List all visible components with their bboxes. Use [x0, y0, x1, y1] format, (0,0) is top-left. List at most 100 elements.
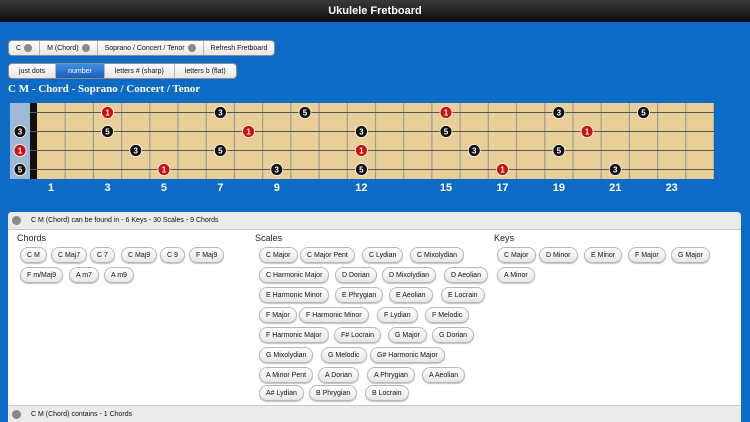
scale-chip[interactable]: F# Locrain [334, 327, 382, 343]
scale-chip[interactable]: E Harmonic Minor [259, 287, 330, 303]
tuning-selector[interactable]: Soprano / Concert / Tenor [98, 41, 204, 55]
scale-chip[interactable]: E Phrygian [335, 287, 384, 303]
chord-chip[interactable]: F Maj9 [189, 247, 225, 263]
type-selector-label: M (Chord) [47, 44, 79, 52]
scale-chip[interactable]: A# Lydian [259, 385, 304, 401]
key-chip[interactable]: A Minor [497, 267, 535, 283]
nut [30, 103, 37, 179]
note-dot-label: 5 [444, 128, 449, 137]
key-chip[interactable]: D Minor [539, 247, 578, 263]
scale-chip[interactable]: F Major [259, 307, 297, 323]
note-dot-label: 5 [303, 109, 308, 118]
scale-chip[interactable]: G Major [388, 327, 427, 343]
mode-letters-flat[interactable]: letters b (flat) [175, 64, 236, 78]
root-note-dot-label: 1 [500, 166, 505, 175]
scale-chip[interactable]: A Dorian [318, 367, 359, 383]
scale-chip[interactable]: C Lydian [362, 247, 404, 263]
fret-number: 9 [273, 182, 280, 194]
results-panel: C M (Chord) can be found in - 6 Keys - 3… [8, 212, 741, 422]
scale-chip[interactable]: A Minor Pent [259, 367, 314, 383]
mode-number[interactable]: number [56, 64, 105, 78]
tuning-selector-label: Soprano / Concert / Tenor [104, 44, 185, 52]
scale-chip[interactable]: A Aeolian [422, 367, 466, 383]
type-selector[interactable]: M (Chord) [40, 41, 98, 55]
scale-chip[interactable]: F Harmonic Major [259, 327, 329, 343]
root-note-dot-label: 1 [162, 166, 167, 175]
scale-chip[interactable]: D Aeolian [444, 267, 488, 283]
mode-just-dots[interactable]: just dots [9, 64, 57, 78]
contains-toggle-icon [12, 410, 21, 419]
key-selector-label: C [16, 44, 22, 52]
scale-chip[interactable]: B Phrygian [309, 385, 358, 401]
scale-chip[interactable]: C Major [259, 247, 298, 263]
fret-number: 21 [609, 182, 622, 194]
scale-chip[interactable]: E Locrain [441, 287, 485, 303]
mode-letters-sharp-label: letters # (sharp) [114, 67, 164, 75]
note-dot-label: 3 [275, 166, 280, 175]
chord-chip[interactable]: A m7 [69, 267, 99, 283]
scale-chip[interactable]: C Harmonic Major [259, 267, 330, 283]
chord-chip[interactable]: C Maj7 [51, 247, 88, 263]
contains-header-text: C M (Chord) contains - 1 Chords [31, 411, 133, 418]
selector-bar: C M (Chord) Soprano / Concert / Tenor Re… [8, 40, 276, 56]
chord-chip[interactable]: C M [20, 247, 47, 263]
scale-chip[interactable]: F Harmonic Minor [299, 307, 369, 323]
note-dot-label: 5 [105, 128, 110, 137]
key-chip[interactable]: F Major [628, 247, 666, 263]
scale-chip[interactable]: A Phrygian [367, 367, 415, 383]
found-in-header[interactable]: C M (Chord) can be found in - 6 Keys - 3… [8, 212, 741, 230]
fret-number: 19 [552, 182, 565, 194]
found-in-toggle-icon [12, 216, 21, 225]
fret-number: 23 [665, 182, 678, 194]
key-chip[interactable]: G Major [671, 247, 710, 263]
fretboard[interactable]: 3 1 5 1 3 5 1 3 5 5 1 3 5 1 3 5 1 3 5 1 3 5 1 3 [10, 103, 714, 179]
open-string-note-label: 3 [18, 128, 23, 137]
note-dot-label: 5 [359, 166, 364, 175]
scale-chip[interactable]: G# Harmonic Major [370, 347, 445, 363]
note-dot-label: 5 [641, 109, 646, 118]
mode-just-dots-label: just dots [19, 67, 46, 75]
refresh-fretboard-button[interactable]: Refresh Fretboard [204, 41, 275, 55]
scale-chip[interactable]: F Melodic [425, 307, 470, 323]
chord-chip[interactable]: A m9 [104, 267, 134, 283]
key-chip[interactable]: C Major [497, 247, 536, 263]
fret-number: 3 [104, 182, 111, 194]
chord-chip[interactable]: F m/Maj9 [20, 267, 64, 283]
note-dot-label: 3 [359, 128, 364, 137]
key-chip[interactable]: E Minor [584, 247, 623, 263]
root-note-dot-label: 1 [105, 109, 110, 118]
note-dot-label: 3 [134, 147, 139, 156]
scale-chip[interactable]: F Lydian [377, 307, 418, 323]
fret-number: 5 [160, 182, 167, 194]
keys-heading: Keys [494, 233, 515, 243]
scale-chip[interactable]: C Major Pent [300, 247, 355, 263]
open-string-note-label: 5 [18, 166, 23, 175]
root-note-dot-label: 1 [444, 109, 449, 118]
scale-chip[interactable]: G Dorian [432, 327, 475, 343]
key-selector[interactable]: C [9, 41, 41, 55]
mode-letters-sharp[interactable]: letters # (sharp) [105, 64, 175, 78]
chord-chip[interactable]: C 7 [90, 247, 115, 263]
fret-number: 7 [217, 182, 224, 194]
note-dot-label: 3 [218, 109, 223, 118]
chord-chip[interactable]: C Maj9 [121, 247, 158, 263]
scale-chip[interactable]: B Locrain [365, 385, 409, 401]
note-dot-label: 3 [613, 166, 618, 175]
tuning-selector-dot-icon [187, 44, 196, 52]
scales-heading: Scales [255, 233, 283, 243]
page-title: C M - Chord - Soprano / Concert / Tenor [8, 83, 201, 95]
key-selector-dot-icon [24, 44, 33, 52]
fret-number: 1 [48, 182, 55, 194]
display-mode-control: just dots number letters # (sharp) lette… [8, 63, 237, 79]
chord-chip[interactable]: C 9 [160, 247, 185, 263]
scale-chip[interactable]: G Mixolydian [259, 347, 314, 363]
scale-chip[interactable]: D Dorian [335, 267, 377, 283]
scale-chip[interactable]: G Melodic [321, 347, 367, 363]
scale-chip[interactable]: C Mixolydian [410, 247, 465, 263]
scale-chip[interactable]: E Aeolian [389, 287, 433, 303]
note-dot-label: 5 [557, 147, 562, 156]
type-selector-dot-icon [81, 44, 90, 52]
scale-chip[interactable]: D Mixolydian [382, 267, 437, 283]
contains-header[interactable]: C M (Chord) contains - 1 Chords [8, 405, 741, 422]
app-title: Ukulele Fretboard [328, 5, 422, 17]
